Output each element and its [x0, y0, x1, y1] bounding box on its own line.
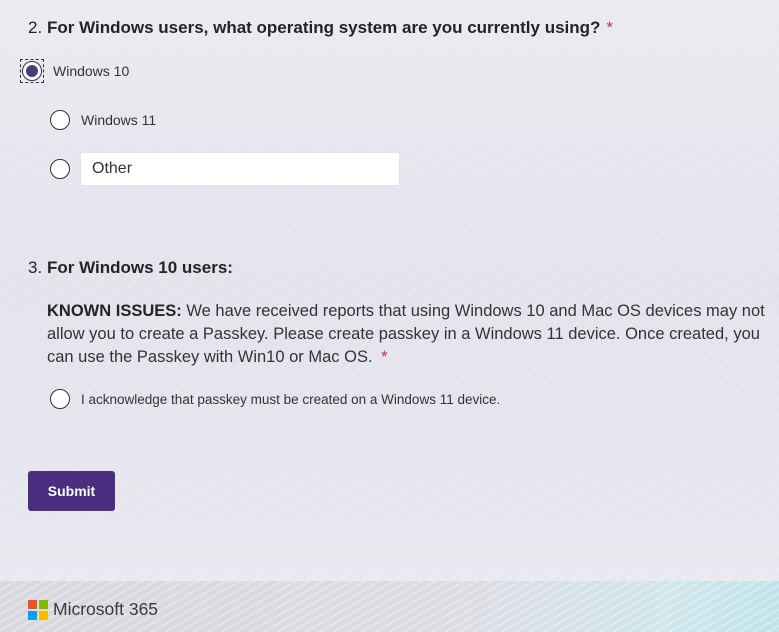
radio-button-selected[interactable] [22, 61, 42, 81]
question-2-header: 2. For Windows users, what operating sys… [28, 18, 613, 38]
microsoft-logo-icon [28, 600, 48, 620]
option-label: Windows 10 [53, 63, 130, 79]
logo-square-red [28, 600, 37, 609]
option-windows-11[interactable]: Windows 11 [50, 110, 156, 130]
other-text-input[interactable]: Other [80, 152, 400, 186]
radio-button[interactable] [50, 389, 70, 409]
question-number: 3. [28, 258, 43, 277]
logo-square-blue [28, 611, 37, 620]
question-title: For Windows users, what operating system… [47, 18, 601, 37]
other-placeholder: Other [92, 160, 133, 177]
question-3: 3. For Windows 10 users: [28, 258, 233, 278]
footer: Microsoft 365 [0, 581, 779, 632]
known-issues-label: KNOWN ISSUES: [47, 302, 182, 320]
question-3-description: KNOWN ISSUES: We have received reports t… [47, 300, 777, 369]
focus-outline [20, 59, 44, 83]
radio-dot [26, 65, 38, 77]
option-acknowledge[interactable]: I acknowledge that passkey must be creat… [50, 389, 500, 409]
submit-button[interactable]: Submit [28, 471, 115, 511]
radio-button[interactable] [50, 159, 70, 179]
required-asterisk: * [381, 348, 388, 366]
logo-square-green [39, 600, 48, 609]
question-number: 2. [28, 18, 43, 37]
question-3-header: 3. For Windows 10 users: [28, 258, 233, 278]
question-title: For Windows 10 users: [47, 258, 233, 277]
logo-square-yellow [39, 611, 48, 620]
radio-button[interactable] [50, 110, 70, 130]
question-2: 2. For Windows users, what operating sys… [28, 18, 613, 38]
option-windows-10[interactable]: Windows 10 [20, 59, 129, 83]
option-other[interactable]: Other [50, 152, 400, 186]
brand-name: Microsoft 365 [53, 599, 159, 619]
option-label: Windows 11 [81, 112, 157, 128]
required-asterisk: * [606, 18, 614, 37]
option-label: I acknowledge that passkey must be creat… [81, 391, 501, 407]
